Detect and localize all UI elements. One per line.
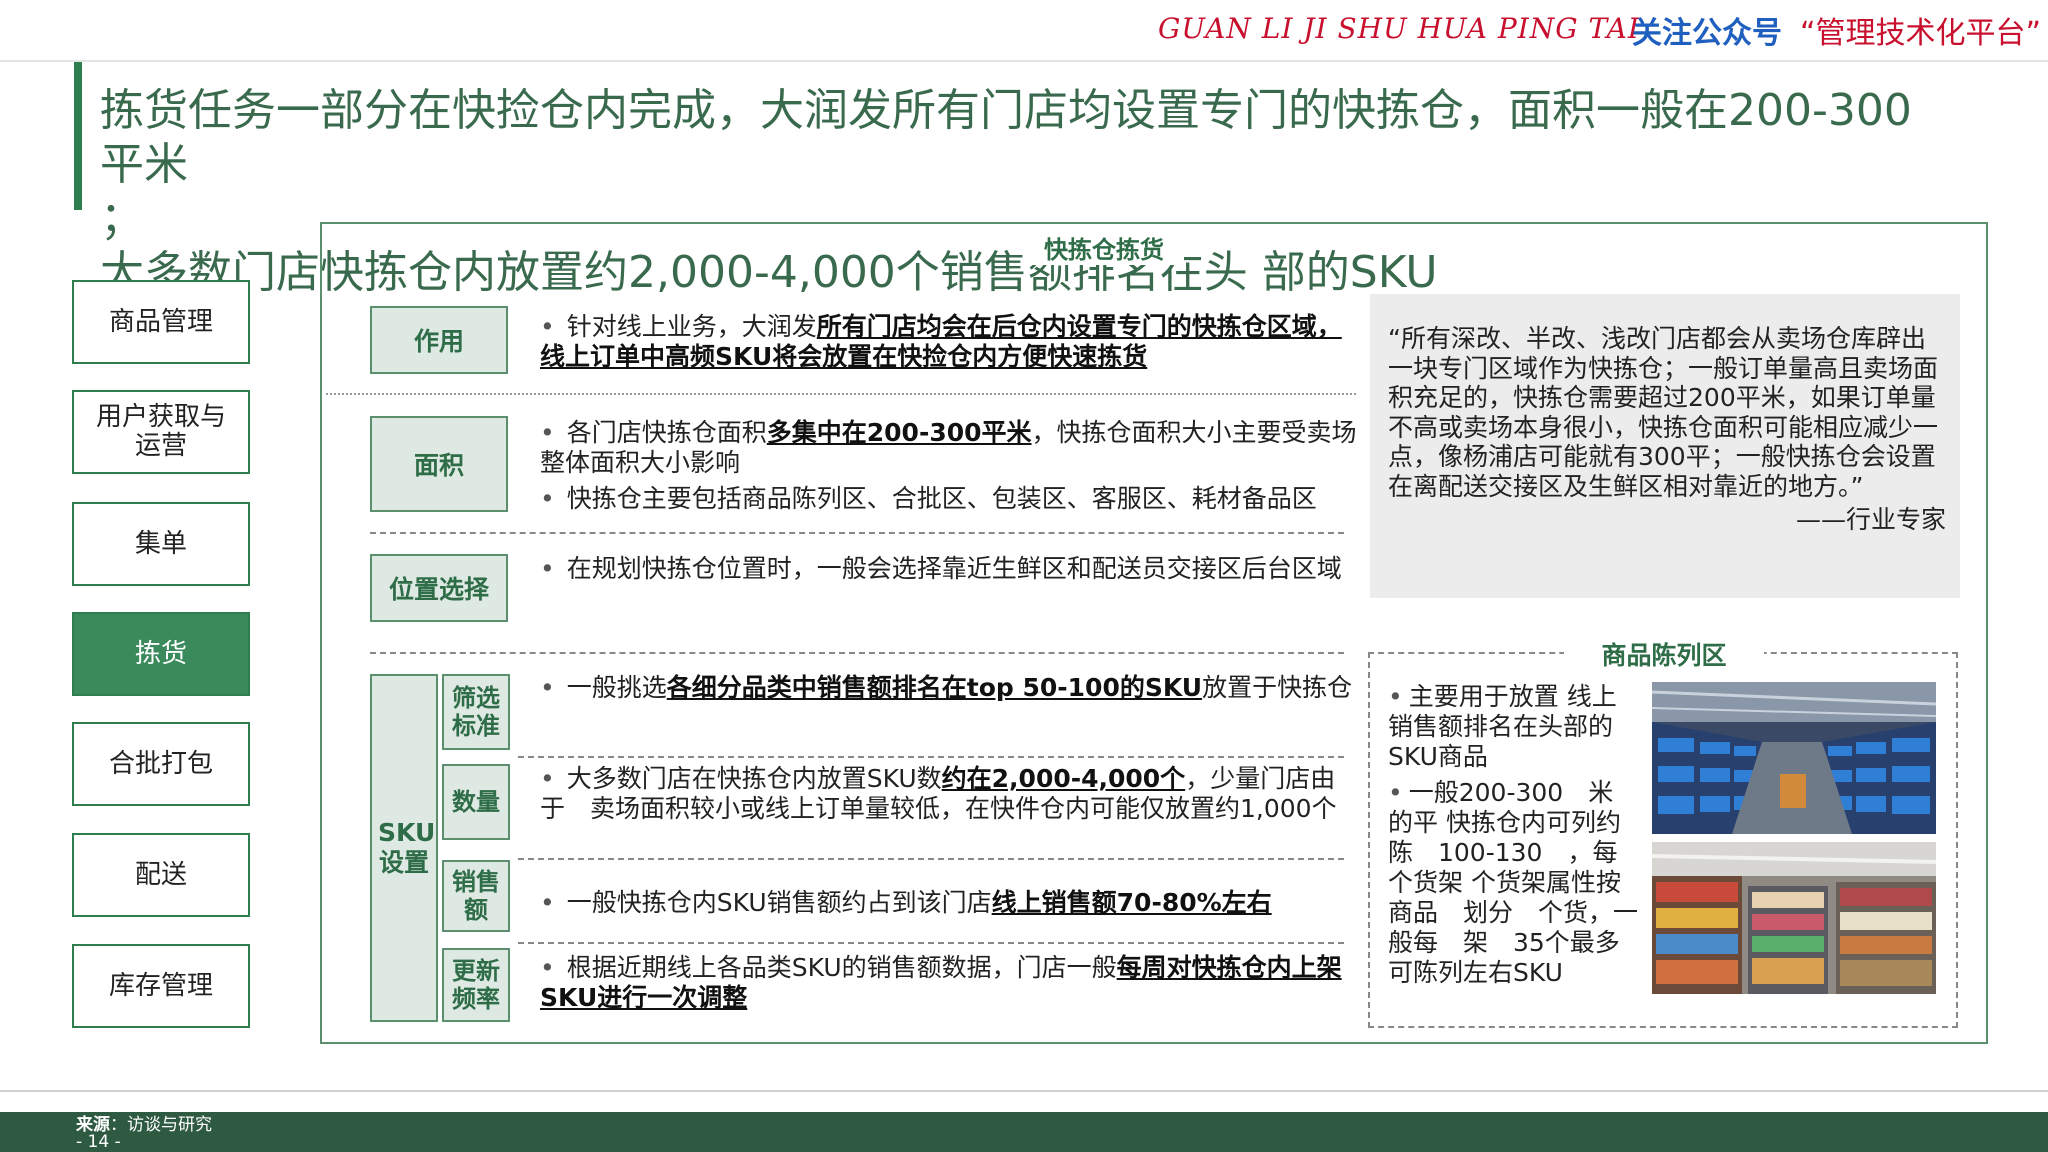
expert-quote: “所有深改、半改、浅改门店都会从卖场仓库辟出一块专门区域作为快拣仓；一般订单量高… [1370, 294, 1960, 598]
divider [370, 532, 1344, 534]
menu-item-batch-packing[interactable]: 合批打包 [72, 722, 250, 806]
label-sku-sales: 销售额 [442, 860, 510, 932]
footer-divider [0, 1090, 2048, 1092]
label-text: 销售额 [452, 868, 500, 924]
label-text: 面积 [413, 451, 464, 480]
bullet-text: 大多数门店在快拣仓内放置SKU数 [566, 764, 942, 793]
label-sku: SKU设置 [370, 674, 438, 1022]
bullet-emphasis: 各细分品类中销售额排名在top 50-100的SKU [666, 673, 1203, 702]
label-sku-update-frequency: 更新频率 [442, 948, 510, 1022]
area-bullet-2: • 快拣仓主要包括商品陈列区、合批区、包装区、客服区、耗材备品区 [540, 484, 1317, 513]
divider [518, 942, 1344, 944]
menu-item-picking[interactable]: 拣货 [72, 612, 250, 696]
quote-text: “所有深改、半改、浅改门店都会从卖场仓库辟出一块专门区域作为快拣仓；一般订单量高… [1388, 324, 1939, 501]
bullet-text: 一般200-300 米的平 快拣仓内可列约陈 100-130 ，每个货架 个货架… [1388, 778, 1639, 987]
display-area-text: • 主要用于放置 线上销售额排名在头部的SKU商品 • 一般200-300 米的平 … [1388, 682, 1638, 988]
label-area: 面积 [370, 416, 508, 512]
title-accent-bar [74, 62, 82, 210]
bullet-text: 一般快拣仓内SKU销售额约占到该门店 [566, 888, 992, 917]
location-bullet: • 在规划快拣仓位置时，一般会选择靠近生鲜区和配送员交接区后台区域 [540, 554, 1342, 583]
bullet-text: 针对线上业务，大润发 [566, 312, 817, 341]
bullet-text: 根据近期线上各品类SKU的销售额数据，门店一般 [566, 953, 1117, 982]
menu-item-delivery[interactable]: 配送 [72, 833, 250, 917]
menu-label: 合批打包 [108, 748, 213, 779]
sku-sales-bullet: • 一般快拣仓内SKU销售额约占到该门店线上销售额70-80%左右 [540, 888, 1272, 917]
menu-label: 配送 [134, 859, 187, 890]
sku-criteria-bullet: • 一般挑选各细分品类中销售额排名在top 50-100的SKU放置于快拣仓 [540, 673, 1353, 702]
role-bullet: • 针对线上业务，大润发所有门店均会在后仓内设置专门的快拣仓区域，线上订单中高频S… [540, 312, 1342, 371]
area-bullet-1: • 各门店快拣仓面积多集中在200-300平米，快拣仓面积大小主要受卖场整体面积大… [540, 418, 1357, 477]
menu-label: 商品管理 [108, 306, 213, 337]
sku-update-bullet: • 根据近期线上各品类SKU的销售额数据，门店一般每周对快拣仓内上架SKU进行一次… [540, 953, 1342, 1012]
divider [518, 858, 1344, 860]
menu-item-product-management[interactable]: 商品管理 [72, 280, 250, 364]
menu-label: 拣货 [134, 638, 187, 669]
bullet-text: 放置于快拣仓 [1202, 673, 1353, 702]
bullet-emphasis: 多集中在200-300平米 [766, 418, 1032, 447]
label-text: 筛选标准 [452, 684, 500, 740]
bullet-text: 各门店快拣仓面积 [566, 418, 767, 447]
bullet-text: 在规划快拣仓位置时，一般会选择靠近生鲜区和配送员交接区后台区域 [566, 554, 1342, 583]
menu-label: 集单 [134, 528, 187, 559]
bullet-text: 主要用于放置 线上销售额排名在头部的SKU商品 [1388, 682, 1617, 771]
source-text: ：访谈与研究 [110, 1115, 212, 1135]
menu-item-user-acquisition[interactable]: 用户获取与运营 [72, 390, 250, 474]
label-text: SKU设置 [378, 818, 436, 877]
divider [326, 393, 1356, 395]
bullet-emphasis: 线上销售额70-80%左右 [991, 888, 1272, 917]
display-bullet-1: • 主要用于放置 线上销售额排名在头部的SKU商品 [1388, 682, 1617, 771]
title-line-1: 拣货任务一部分在快捡仓内完成，大润发所有门店均设置专门的快拣仓，面积一般在200… [100, 85, 1912, 190]
label-sku-quantity: 数量 [442, 764, 510, 840]
brand-pinyin: GUAN LI JI SHU HUA PING TAI [1158, 12, 1640, 45]
bullet-emphasis: 约在2,000-4,000个 [941, 764, 1186, 793]
label-role: 作用 [370, 306, 508, 374]
quote-author: ——行业专家 [1795, 505, 1946, 534]
bullet-text: 一般挑选 [566, 673, 667, 702]
menu-item-inventory[interactable]: 库存管理 [72, 944, 250, 1028]
divider [370, 652, 1344, 654]
page-number: - 14 - [76, 1132, 121, 1152]
account-name: “管理技术化平台” [1800, 16, 2042, 51]
display-area-title: 商品陈列区 [1564, 636, 1764, 672]
bullet-text: 快拣仓主要包括商品陈列区、合批区、包装区、客服区、耗材备品区 [566, 484, 1317, 513]
header-divider [0, 60, 2048, 62]
menu-label: 用户获取与运营 [96, 402, 227, 461]
sku-quantity-bullet: • 大多数门店在快拣仓内放置SKU数约在2,000-4,000个，少量门店由于 卖… [540, 764, 1337, 823]
follow-label: 关注公众号 [1632, 16, 1782, 51]
label-text: 作用 [413, 327, 464, 356]
footer-bar [0, 1112, 2048, 1152]
menu-item-order-collection[interactable]: 集单 [72, 502, 250, 586]
display-bullet-2: • 一般200-300 米的平 快拣仓内可列约陈 100-130 ，每个货架 个货… [1388, 778, 1639, 987]
label-location: 位置选择 [370, 554, 508, 622]
panel-title: 快拣仓拣货 [1024, 230, 1184, 265]
label-text: 位置选择 [388, 575, 489, 604]
warehouse-shelves-photo [1652, 682, 1936, 834]
divider [518, 756, 1344, 758]
store-shelves-photo [1652, 842, 1936, 994]
label-text: 数量 [452, 788, 500, 816]
label-sku-criteria: 筛选标准 [442, 674, 510, 750]
label-text: 更新频率 [452, 957, 500, 1013]
menu-label: 库存管理 [108, 970, 213, 1001]
